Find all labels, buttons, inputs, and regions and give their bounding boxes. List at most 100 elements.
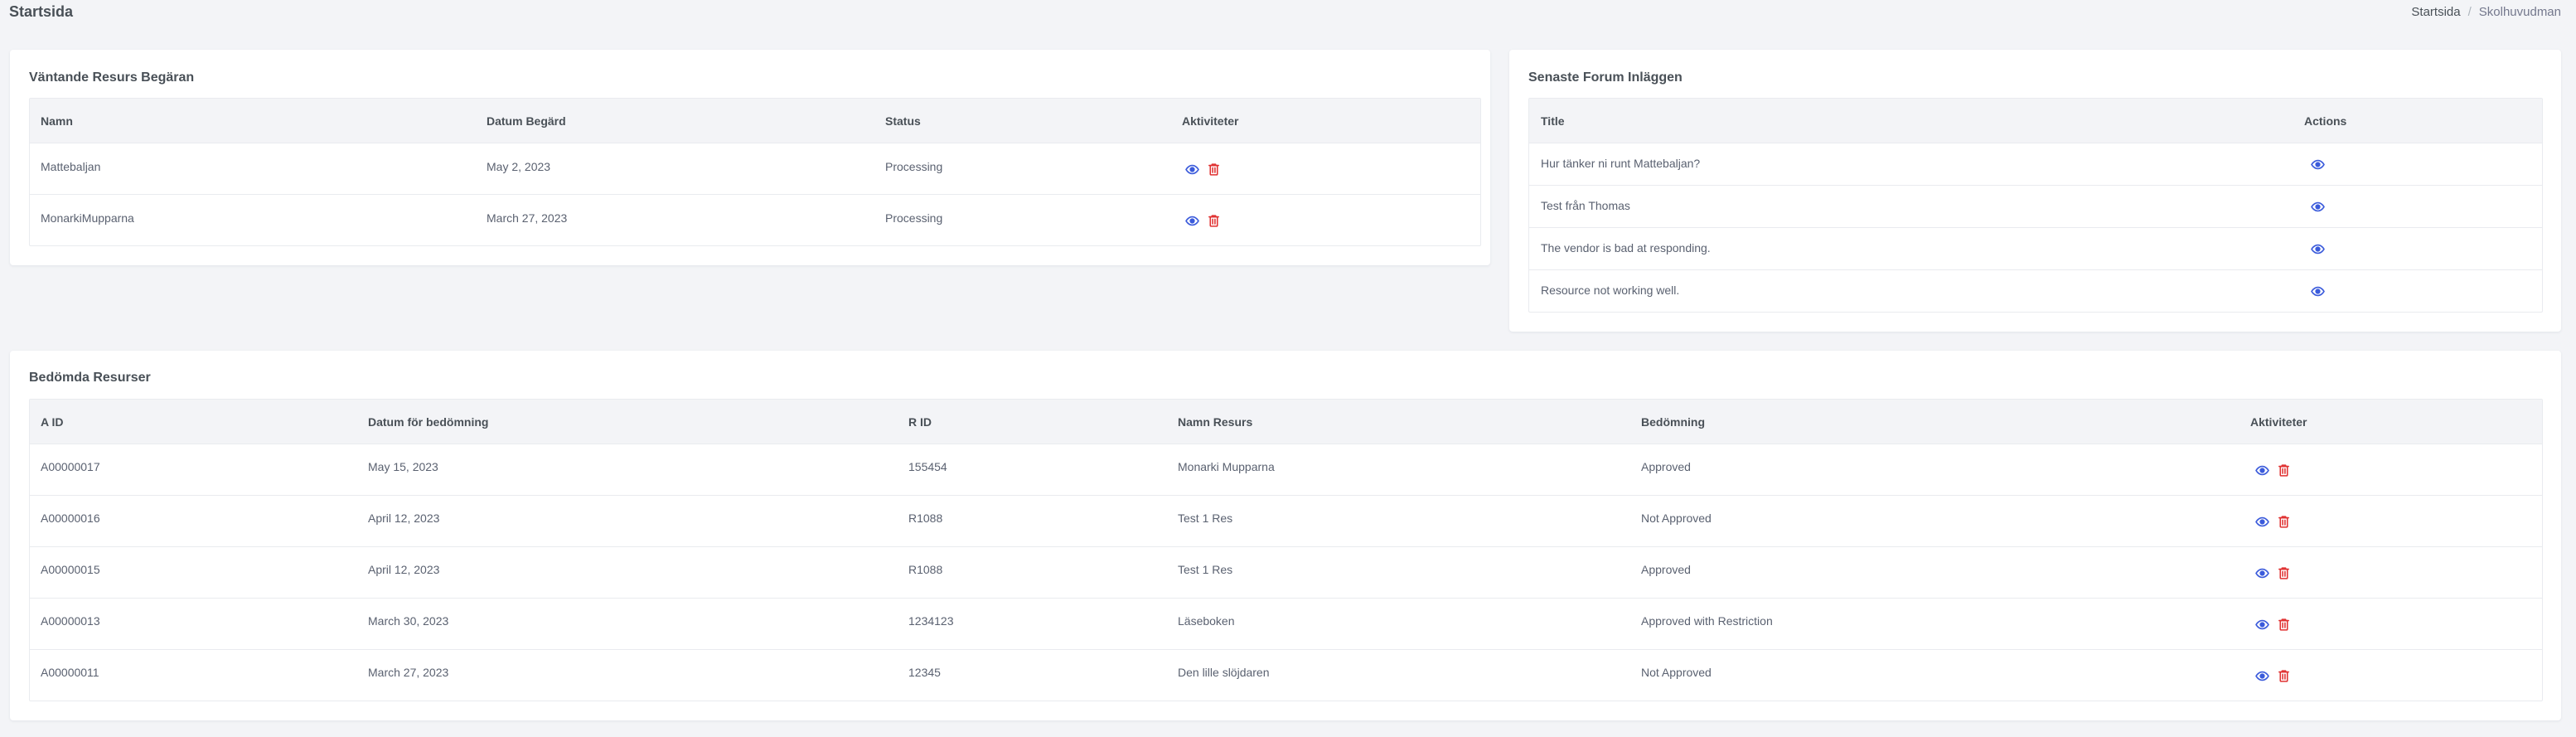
row-actions [2310, 157, 2325, 172]
row-actions [2254, 668, 2291, 683]
column-header-actions: Aktiviteter [2250, 415, 2307, 429]
cell-rid: R1088 [908, 512, 943, 525]
cell-status: Processing [885, 211, 943, 225]
breadcrumb: Startsida / Skolhuvudman [2411, 5, 2561, 19]
cell-rid: 12345 [908, 666, 941, 679]
column-header-rid: R ID [908, 415, 932, 429]
table-row: A00000016 April 12, 2023 R1088 Test 1 Re… [30, 496, 2542, 547]
trash-icon[interactable] [2276, 514, 2291, 529]
trash-icon[interactable] [2276, 617, 2291, 632]
cell-rid: 155454 [908, 460, 947, 473]
eye-icon[interactable] [1184, 213, 1199, 228]
cell-rid: 1234123 [908, 614, 954, 628]
cell-aid: A00000011 [41, 666, 99, 679]
cell-assessment: Not Approved [1641, 512, 1712, 525]
column-header-assessment-date: Datum för bedömning [368, 415, 489, 429]
trash-icon[interactable] [1206, 213, 1221, 228]
column-header-name: Namn [41, 114, 73, 128]
breadcrumb-home-link[interactable]: Startsida [2411, 5, 2460, 19]
assessed-resources-card: Bedömda Resurser A ID Datum för bedömnin… [10, 351, 2561, 720]
cell-assessment-date: April 12, 2023 [368, 563, 440, 576]
breadcrumb-separator: / [2467, 5, 2472, 19]
assessed-resources-title: Bedömda Resurser [29, 371, 151, 385]
cell-date: May 2, 2023 [487, 160, 551, 173]
table-row: The vendor is bad at responding. [1529, 228, 2542, 270]
forum-posts-table: Title Actions Hur tänker ni runt Matteba… [1528, 98, 2543, 313]
row-actions [2254, 565, 2291, 580]
column-header-actions: Actions [2304, 114, 2347, 128]
pending-requests-card: Väntande Resurs Begäran Namn Datum Begär… [10, 50, 1490, 265]
cell-assessment-date: April 12, 2023 [368, 512, 440, 525]
eye-icon[interactable] [2254, 514, 2269, 529]
column-header-title: Title [1541, 114, 1565, 128]
row-actions [2310, 241, 2325, 256]
eye-icon[interactable] [2254, 565, 2269, 580]
cell-post-title[interactable]: Hur tänker ni runt Mattebaljan? [1541, 157, 1700, 170]
cell-assessment-date: May 15, 2023 [368, 460, 438, 473]
eye-icon[interactable] [2310, 284, 2325, 298]
column-header-aid: A ID [41, 415, 64, 429]
table-row: Test från Thomas [1529, 186, 2542, 228]
column-header-status: Status [885, 114, 921, 128]
row-actions [1184, 213, 1221, 228]
column-header-actions: Aktiviteter [1182, 114, 1239, 128]
assessed-resources-table: A ID Datum för bedömning R ID Namn Resur… [29, 399, 2543, 701]
forum-posts-card: Senaste Forum Inläggen Title Actions Hur… [1509, 50, 2561, 332]
cell-assessment: Not Approved [1641, 666, 1712, 679]
column-header-date: Datum Begärd [487, 114, 566, 128]
table-row: A00000011 March 27, 2023 12345 Den lille… [30, 650, 2542, 701]
row-actions [2254, 514, 2291, 529]
cell-assessment: Approved with Restriction [1641, 614, 1773, 628]
breadcrumb-current: Skolhuvudman [2478, 5, 2561, 19]
cell-post-title[interactable]: Resource not working well. [1541, 284, 1679, 297]
row-actions [2254, 463, 2291, 478]
cell-post-title[interactable]: Test från Thomas [1541, 199, 1630, 212]
trash-icon[interactable] [2276, 565, 2291, 580]
pending-requests-title: Väntande Resurs Begäran [29, 70, 195, 85]
cell-rid: R1088 [908, 563, 943, 576]
cell-resource-name: Test 1 Res [1178, 563, 1233, 576]
eye-icon[interactable] [2254, 668, 2269, 683]
cell-aid: A00000013 [41, 614, 100, 628]
page-title: Startsida [9, 3, 74, 20]
trash-icon[interactable] [2276, 668, 2291, 683]
cell-resource-name: Test 1 Res [1178, 512, 1233, 525]
cell-date: March 27, 2023 [487, 211, 568, 225]
trash-icon[interactable] [1206, 162, 1221, 177]
table-row: A00000017 May 15, 2023 155454 Monarki Mu… [30, 444, 2542, 496]
pending-requests-table: Namn Datum Begärd Status Aktiviteter Mat… [29, 98, 1481, 246]
cell-name: Mattebaljan [41, 160, 101, 173]
table-row: Hur tänker ni runt Mattebaljan? [1529, 143, 2542, 186]
table-row: MonarkiMupparna March 27, 2023 Processin… [30, 195, 1480, 245]
table-row: Mattebaljan May 2, 2023 Processing [30, 143, 1480, 195]
page-header: Startsida Startsida / Skolhuvudman [0, 0, 2576, 28]
cell-assessment-date: March 27, 2023 [368, 666, 449, 679]
trash-icon[interactable] [2276, 463, 2291, 478]
row-actions [2310, 199, 2325, 214]
eye-icon[interactable] [2254, 463, 2269, 478]
cell-aid: A00000015 [41, 563, 100, 576]
table-row: Resource not working well. [1529, 270, 2542, 312]
table-row: A00000013 March 30, 2023 1234123 Läsebok… [30, 599, 2542, 650]
cell-assessment: Approved [1641, 563, 1691, 576]
cell-resource-name: Den lille slöjdaren [1178, 666, 1270, 679]
eye-icon[interactable] [2310, 241, 2325, 256]
row-actions [1184, 162, 1221, 177]
cell-aid: A00000016 [41, 512, 100, 525]
eye-icon[interactable] [2310, 199, 2325, 214]
table-header: A ID Datum för bedömning R ID Namn Resur… [30, 400, 2542, 444]
eye-icon[interactable] [1184, 162, 1199, 177]
cell-assessment: Approved [1641, 460, 1691, 473]
eye-icon[interactable] [2254, 617, 2269, 632]
row-actions [2254, 617, 2291, 632]
table-header: Title Actions [1529, 99, 2542, 143]
cell-assessment-date: March 30, 2023 [368, 614, 449, 628]
cell-post-title[interactable]: The vendor is bad at responding. [1541, 241, 1711, 255]
eye-icon[interactable] [2310, 157, 2325, 172]
column-header-resource-name: Namn Resurs [1178, 415, 1253, 429]
table-row: A00000015 April 12, 2023 R1088 Test 1 Re… [30, 547, 2542, 599]
row-actions [2310, 284, 2325, 298]
cell-resource-name: Läseboken [1178, 614, 1235, 628]
table-header: Namn Datum Begärd Status Aktiviteter [30, 99, 1480, 143]
cell-resource-name: Monarki Mupparna [1178, 460, 1275, 473]
